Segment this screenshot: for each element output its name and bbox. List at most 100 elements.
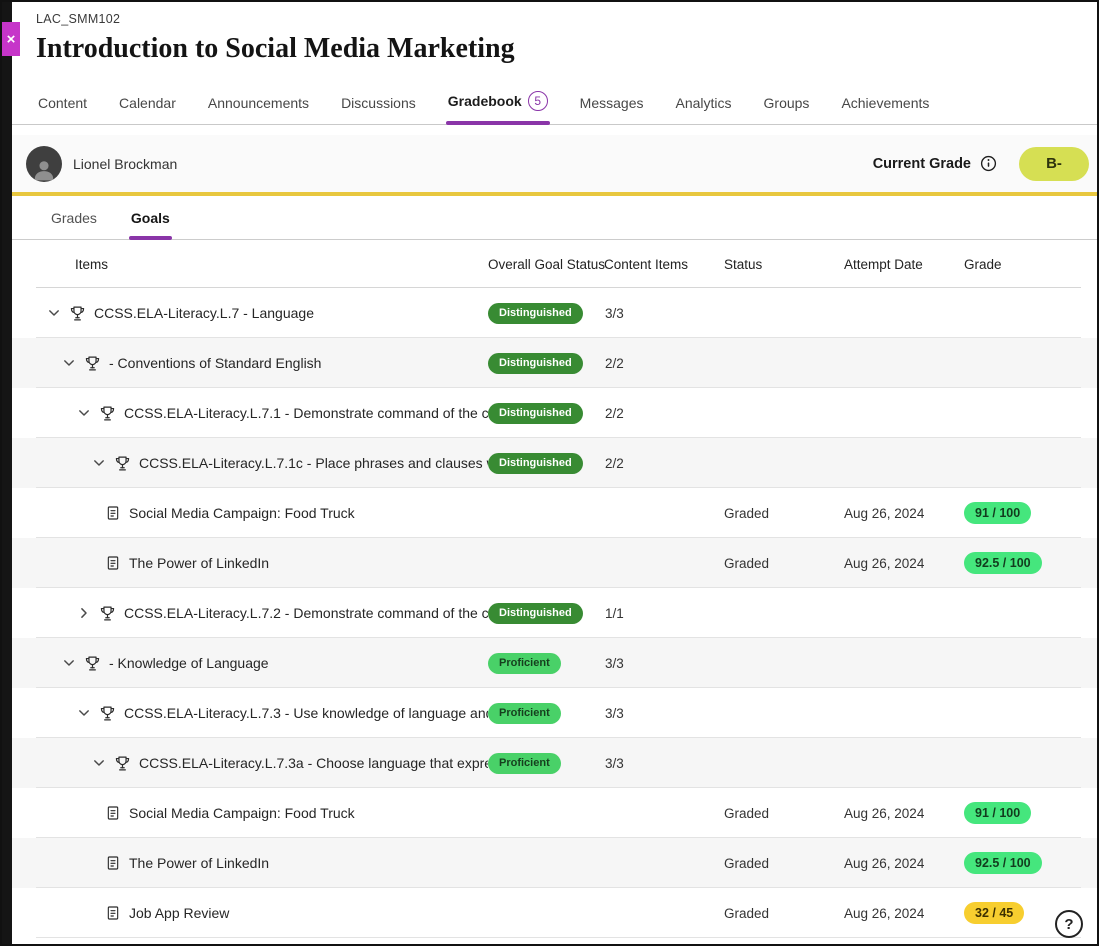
gradebook-page: × LAC_SMM102 Introduction to Social Medi…: [0, 0, 1099, 946]
nav-tab-label: Announcements: [208, 95, 309, 111]
course-title: Introduction to Social Media Marketing: [36, 33, 1073, 65]
table-row: - Knowledge of Language Proficient 3/3: [12, 638, 1097, 688]
goal-label: - Knowledge of Language: [109, 655, 269, 671]
table-row: - Conventions of Standard English Distin…: [12, 338, 1097, 388]
goal-label: CCSS.ELA-Literacy.L.7.2 - Demonstrate co…: [124, 605, 488, 621]
goal-status-badge: Distinguished: [488, 303, 583, 324]
goal-status-cell: Proficient: [488, 653, 602, 674]
grades-goals-tabs: Grades Goals: [12, 196, 1097, 240]
items-cell: - Knowledge of Language: [12, 655, 488, 672]
content-item-link[interactable]: Social Media Campaign: Food Truck: [129, 505, 355, 521]
content-item-link[interactable]: Job App Review: [129, 905, 229, 921]
trophy-icon: [99, 705, 116, 722]
items-cell: Social Media Campaign: Food Truck: [12, 505, 488, 521]
items-cell: CCSS.ELA-Literacy.L.7.3a - Choose langua…: [12, 755, 488, 772]
goals-table-body: CCSS.ELA-Literacy.L.7 - Language Disting…: [12, 288, 1097, 944]
table-row: CCSS.ELA-Literacy.L.7.2 - Demonstrate co…: [12, 588, 1097, 638]
trophy-icon: [114, 755, 131, 772]
current-grade-info-button[interactable]: [980, 155, 997, 172]
student-bar: Lionel Brockman Current Grade B-: [12, 135, 1097, 192]
nav-tab-content[interactable]: Content: [36, 83, 89, 124]
nav-tab-gradebook[interactable]: Gradebook5: [446, 79, 550, 124]
current-grade-value: B-: [1046, 155, 1062, 172]
nav-tab-analytics[interactable]: Analytics: [673, 83, 733, 124]
column-header-content-items: Content Items: [602, 257, 724, 272]
column-header-overall-goal-status: Overall Goal Status: [488, 257, 602, 272]
goal-status-badge: Distinguished: [488, 403, 583, 424]
chevron-right-icon[interactable]: [76, 605, 92, 621]
subtab-goals[interactable]: Goals: [129, 196, 172, 239]
current-grade-label: Current Grade: [873, 156, 971, 172]
goal-status-badge: Proficient: [488, 753, 561, 774]
chevron-down-icon[interactable]: [46, 305, 62, 321]
nav-tab-calendar[interactable]: Calendar: [117, 83, 178, 124]
items-cell: CCSS.ELA-Literacy.L.7.3 - Use knowledge …: [12, 705, 488, 722]
content-items-cell: 3/3: [602, 756, 724, 771]
table-header: Items Overall Goal Status Content Items …: [12, 240, 1097, 288]
goal-status-cell: Distinguished: [488, 603, 602, 624]
help-button[interactable]: ?: [1055, 910, 1083, 938]
attempt-date-cell: Aug 26, 2024: [844, 906, 964, 921]
trophy-icon: [99, 605, 116, 622]
table-row: Social Media Campaign: Food Truck Graded…: [12, 788, 1097, 838]
table-row: CCSS.ELA-Literacy.L.7.1 - Demonstrate co…: [12, 388, 1097, 438]
goal-status-cell: Distinguished: [488, 353, 602, 374]
goal-label: CCSS.ELA-Literacy.L.7.3 - Use knowledge …: [124, 705, 488, 721]
question-mark-icon: ?: [1064, 916, 1073, 933]
items-cell: CCSS.ELA-Literacy.L.7.2 - Demonstrate co…: [12, 605, 488, 622]
grade-pill: 91 / 100: [964, 502, 1031, 525]
nav-tab-discussions[interactable]: Discussions: [339, 83, 418, 124]
chevron-down-icon[interactable]: [61, 655, 77, 671]
nav-tab-announcements[interactable]: Announcements: [206, 83, 311, 124]
document-icon: [105, 855, 121, 871]
items-cell: Social Media Campaign: Food Truck: [12, 805, 488, 821]
attempt-date-cell: Aug 26, 2024: [844, 856, 964, 871]
grade-cell: 92.5 / 100: [964, 552, 1097, 575]
column-header-attempt-date: Attempt Date: [844, 257, 964, 272]
table-row: CCSS.ELA-Literacy.L.7.1c - Place phrases…: [12, 438, 1097, 488]
trophy-icon: [114, 455, 131, 472]
nav-tab-label: Gradebook: [448, 93, 522, 109]
items-cell: - Conventions of Standard English: [12, 355, 488, 372]
nav-tab-label: Groups: [764, 95, 810, 111]
content-items-cell: 3/3: [602, 706, 724, 721]
trophy-icon: [84, 655, 101, 672]
status-cell: Graded: [724, 906, 844, 921]
goal-status-badge: Distinguished: [488, 603, 583, 624]
content-items-cell: 3/3: [602, 306, 724, 321]
chevron-down-icon[interactable]: [76, 405, 92, 421]
column-header-grade: Grade: [964, 257, 1097, 272]
content-item-link[interactable]: Social Media Campaign: Food Truck: [129, 805, 355, 821]
nav-tab-label: Messages: [580, 95, 644, 111]
grade-pill: 92.5 / 100: [964, 852, 1042, 875]
goal-status-cell: Distinguished: [488, 303, 602, 324]
grade-pill: 91 / 100: [964, 802, 1031, 825]
content-items-cell: 1/1: [602, 606, 724, 621]
chevron-down-icon[interactable]: [76, 705, 92, 721]
subtab-grades[interactable]: Grades: [49, 196, 99, 239]
goal-label: CCSS.ELA-Literacy.L.7 - Language: [94, 305, 314, 321]
chevron-down-icon[interactable]: [91, 455, 107, 471]
items-cell: CCSS.ELA-Literacy.L.7 - Language: [12, 305, 488, 322]
trophy-icon: [99, 405, 116, 422]
nav-tab-label: Achievements: [841, 95, 929, 111]
trophy-icon: [84, 355, 101, 372]
document-icon: [105, 805, 121, 821]
course-nav: Content Calendar Announcements Discussions G…: [12, 79, 1097, 125]
nav-tab-achievements[interactable]: Achievements: [839, 83, 931, 124]
goal-status-cell: Proficient: [488, 753, 602, 774]
close-panel-button[interactable]: ×: [2, 22, 20, 56]
nav-tab-messages[interactable]: Messages: [578, 83, 646, 124]
student-avatar: [26, 146, 62, 182]
current-grade-pill[interactable]: B-: [1019, 147, 1089, 181]
column-header-items: Items: [12, 257, 488, 272]
content-item-link[interactable]: The Power of LinkedIn: [129, 855, 269, 871]
content-items-cell: 2/2: [602, 356, 724, 371]
chevron-down-icon[interactable]: [91, 755, 107, 771]
chevron-down-icon[interactable]: [61, 355, 77, 371]
content-item-link[interactable]: The Power of LinkedIn: [129, 555, 269, 571]
goal-status-cell: Proficient: [488, 703, 602, 724]
status-cell: Graded: [724, 506, 844, 521]
nav-tab-label: Content: [38, 95, 87, 111]
nav-tab-groups[interactable]: Groups: [762, 83, 812, 124]
